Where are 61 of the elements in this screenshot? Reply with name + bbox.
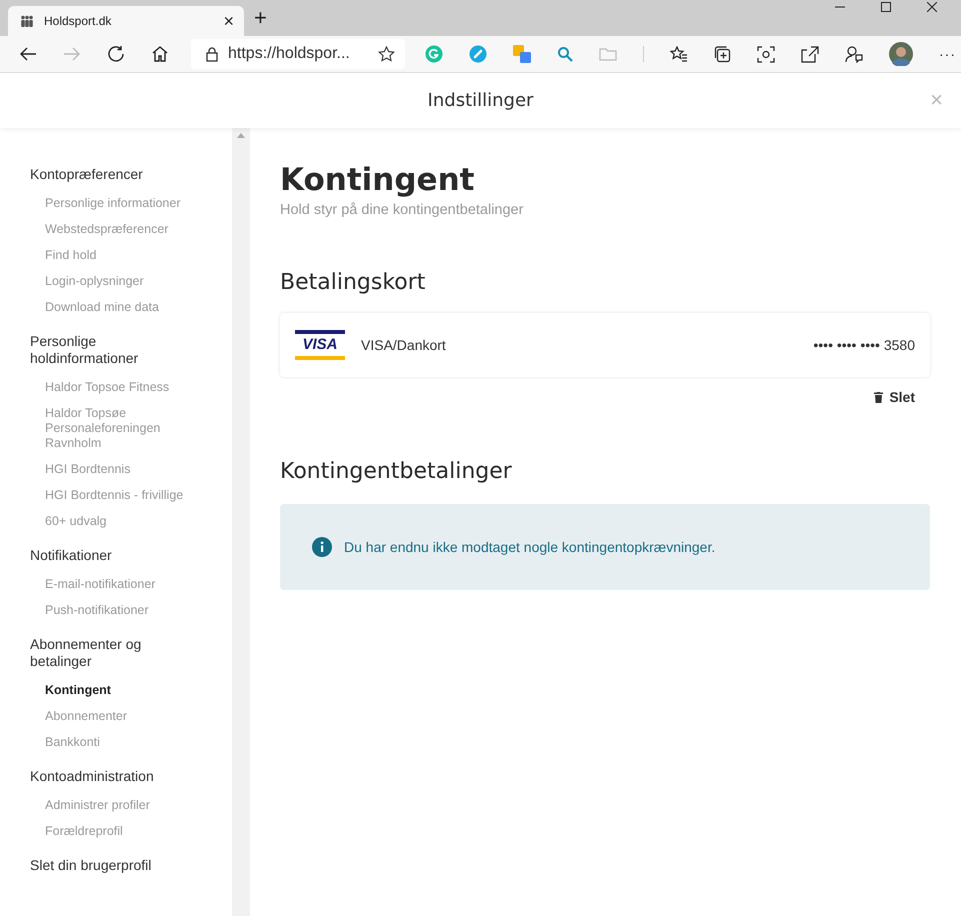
trash-icon [874, 392, 884, 402]
dialog-title: Indstillinger [428, 90, 534, 111]
section-title[interactable]: Slet din brugerprofil [30, 857, 180, 874]
nav-item[interactable]: HGI Bordtennis [45, 457, 195, 483]
screenshot-icon[interactable] [757, 46, 775, 62]
info-icon [312, 537, 332, 557]
favorites-icon[interactable] [670, 46, 688, 62]
nav-item[interactable]: 60+ udvalg [45, 509, 195, 535]
nav-item[interactable]: E-mail-notifikationer [45, 572, 195, 598]
delete-button[interactable]: Slet [874, 389, 915, 405]
section-title[interactable]: Kontoadministration [30, 768, 180, 785]
address-bar[interactable]: https://holdspor... [191, 39, 405, 69]
section-title[interactable]: Personlige holdinformationer [30, 333, 180, 367]
card-number: •••• •••• •••• 3580 [813, 337, 915, 353]
page-title: Kontingent [280, 162, 476, 198]
star-icon[interactable] [378, 46, 395, 62]
tab-title: Holdsport.dk [44, 14, 112, 28]
search-icon[interactable] [557, 46, 573, 62]
link-extension-icon[interactable] [469, 45, 487, 63]
section-title[interactable]: Kontopræferencer [30, 166, 180, 183]
translate-icon[interactable] [513, 45, 531, 63]
scrollbar[interactable] [232, 128, 250, 916]
close-icon[interactable] [927, 2, 937, 12]
browser-tab[interactable]: Holdsport.dk × [8, 6, 244, 36]
collections-icon[interactable] [714, 46, 731, 62]
nav-item[interactable]: Bankkonti [45, 730, 195, 756]
maximize-icon[interactable] [881, 2, 891, 12]
visa-logo: VISA [295, 330, 345, 360]
nav-item[interactable]: Haldor Topsøe Personaleforeningen Ravnholm [45, 401, 195, 457]
lock-icon [206, 46, 218, 62]
nav-item[interactable]: Find hold [45, 243, 195, 269]
back-icon[interactable] [19, 46, 37, 62]
nav-item[interactable]: Abonnementer [45, 704, 195, 730]
section-heading: Kontingentbetalinger [280, 459, 513, 484]
more-button[interactable]: ··· [939, 46, 956, 62]
nav-item[interactable]: Kontingent [45, 678, 195, 704]
new-tab-button[interactable]: + [254, 5, 267, 31]
page-subtitle: Hold styr på dine kontingentbetalinger [280, 202, 524, 218]
nav-item[interactable]: Push-notifikationer [45, 598, 195, 624]
url-text: https://holdspor... [228, 45, 351, 63]
nav-item[interactable]: Webstedspræferencer [45, 217, 195, 243]
refresh-icon[interactable] [107, 45, 125, 63]
avatar-icon[interactable] [889, 42, 913, 66]
nav-item[interactable]: Administrer profiler [45, 793, 195, 819]
feedback-icon[interactable] [845, 45, 863, 63]
home-icon[interactable] [151, 45, 169, 63]
card-name: VISA/Dankort [361, 337, 446, 353]
nav-item[interactable]: Forældreprofil [45, 819, 195, 845]
close-button[interactable]: × [930, 87, 943, 113]
notice-text: Du har endnu ikke modtaget nogle kontingentopkrævninger. [344, 539, 716, 555]
nav-item[interactable]: Haldor Topsoe Fitness [45, 375, 195, 401]
section-title[interactable]: Abonnementer og betalinger [30, 636, 180, 670]
nav-item[interactable]: Login-oplysninger [45, 269, 195, 295]
people-icon [20, 15, 34, 27]
nav-item[interactable]: Personlige informationer [45, 191, 195, 217]
section-title[interactable]: Notifikationer [30, 547, 180, 564]
nav-item[interactable]: HGI Bordtennis - frivillige [45, 483, 195, 509]
close-tab-button[interactable]: × [223, 10, 234, 32]
share-icon[interactable] [801, 46, 819, 62]
nav-item[interactable]: Download mine data [45, 295, 195, 321]
section-heading: Betalingskort [280, 270, 426, 295]
